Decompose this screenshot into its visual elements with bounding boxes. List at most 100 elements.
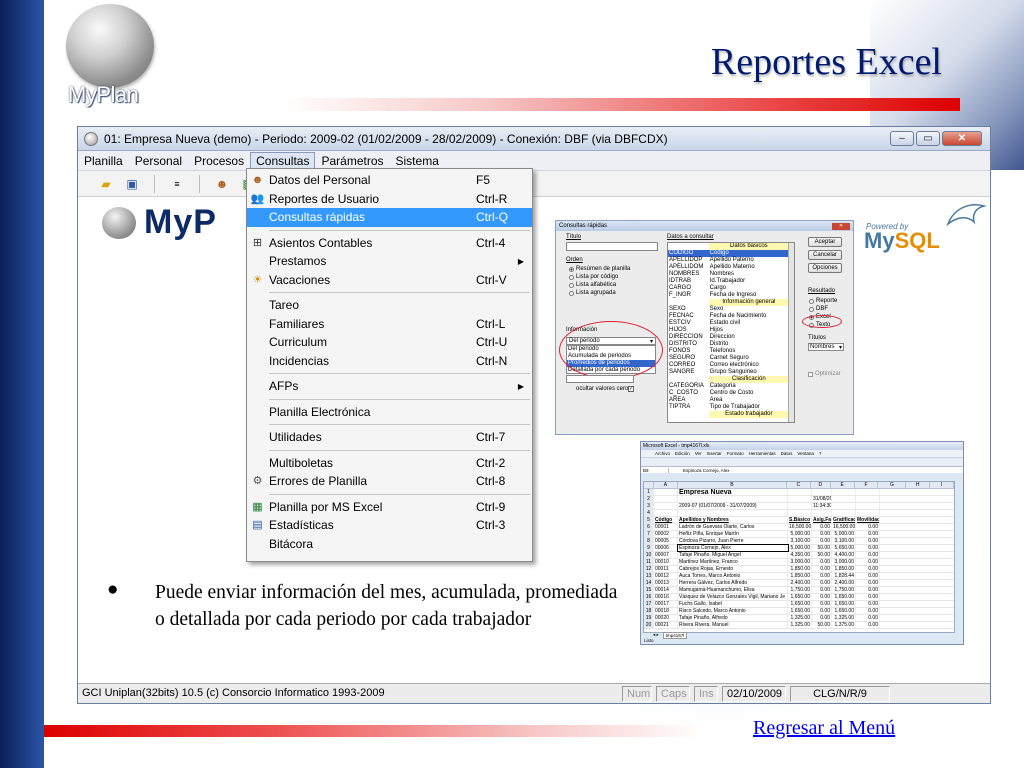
excel-cell[interactable]: 11:34:30 [812,503,832,509]
dialog-aceptar-button[interactable]: Aceptar [808,237,842,247]
menu-item-asientos-contables[interactable]: ⊞ Asientos Contables Ctrl-4 [247,234,532,253]
menu-item-planilla-electronica[interactable]: Planilla Electrónica [247,403,532,422]
excel-cell[interactable]: 0.00 [856,545,880,551]
excel-cell[interactable]: Tafaje Pinaño, Miguel Angel [678,552,788,558]
excel-cell[interactable] [678,510,788,516]
close-button[interactable]: ✕ [942,131,982,146]
optimizar-checkbox[interactable] [808,371,813,377]
ocultar-checkbox[interactable]: ✓ [628,386,634,392]
excel-cell[interactable]: 00021 [654,622,678,628]
excel-menu-item[interactable]: Ver [695,451,702,456]
excel-cell[interactable]: 1,325.00 [788,622,812,628]
excel-cell[interactable]: 00013 [654,580,678,586]
excel-cell[interactable]: 0.00 [812,587,832,593]
excel-cell[interactable]: 1,850.00 [788,573,812,579]
optimizar-option[interactable]: Optimizar [808,371,841,377]
minimize-button[interactable]: – [890,131,914,146]
excel-cell[interactable] [788,510,812,516]
excel-cell[interactable]: 1,750.00 [832,587,856,593]
excel-menu-item[interactable]: Archivo [655,451,670,456]
excel-cell[interactable]: 0.00 [812,601,832,607]
excel-cell[interactable] [654,503,678,509]
excel-cell[interactable]: Fuchs Gallo, Isabel [678,601,788,607]
excel-cell[interactable]: 0.00 [856,552,880,558]
menu-item-familiares[interactable]: Familiares Ctrl-L [247,315,532,334]
radio-button[interactable] [809,298,814,304]
radio-button[interactable] [569,282,574,288]
excel-cell[interactable]: 3,100.00 [788,538,812,544]
excel-cell[interactable]: 0.00 [856,615,880,621]
excel-cell[interactable]: 1,650.00 [832,608,856,614]
excel-cell[interactable]: 00006 [654,545,678,551]
excel-name-box[interactable]: B9 [643,467,669,473]
excel-cell[interactable]: 0.00 [856,566,880,572]
excel-cell[interactable]: 3,100.00 [832,538,856,544]
excel-cell[interactable]: Rivera Rivera, Manuel [678,622,788,628]
excel-cell[interactable]: 0.00 [856,538,880,544]
excel-cell[interactable] [678,496,788,502]
excel-cell[interactable]: 2,400.00 [832,580,856,586]
excel-cell[interactable]: Heñiz Piña, Enrique Martín [678,531,788,537]
orden-option[interactable]: Lista agrupada [569,289,659,297]
excel-cell[interactable]: Movilidad [856,517,880,523]
excel-cell[interactable] [856,510,880,516]
excel-cell[interactable]: 0.00 [812,531,832,537]
excel-cell[interactable]: 0.00 [812,608,832,614]
excel-cell[interactable]: 00018 [654,608,678,614]
excel-formula-value[interactable]: Espinoza Cornejo, Alex [683,468,730,473]
excel-cell[interactable]: 1,375.00 [832,622,856,628]
excel-cell[interactable] [856,496,880,502]
excel-cell[interactable]: 4,400.00 [832,552,856,558]
excel-cell[interactable]: 0.00 [812,594,832,600]
excel-cell[interactable] [832,496,856,502]
excel-cell[interactable]: Vásquez de Velazco Gonzales Vigil, Maria… [678,594,788,600]
excel-cell[interactable]: Gratificac [832,517,856,523]
dialog-opciones-button[interactable]: Opciones [808,263,842,273]
excel-cell[interactable] [832,489,856,495]
excel-cell[interactable] [856,503,880,509]
menu-planilla[interactable]: Planilla [78,152,129,170]
dialog-cancelar-button[interactable]: Cancelar [808,250,842,260]
menu-item-prestamos[interactable]: Prestamos ▶ [247,252,532,271]
datos-scrollbar[interactable] [788,243,794,422]
menu-procesos[interactable]: Procesos [188,152,250,170]
excel-cell[interactable]: Tafaje Pinaño, Alfredo [678,615,788,621]
excel-cell[interactable]: 50.00 [812,622,832,628]
excel-cell[interactable]: 0.00 [812,615,832,621]
excel-cell[interactable]: 50.00 [812,552,832,558]
menu-item-reportes-de-usuario[interactable]: 👥 Reportes de Usuario Ctrl-R [247,190,532,209]
excel-menu-item[interactable]: Herramientas [749,451,776,456]
excel-cell[interactable]: 0.00 [812,559,832,565]
dialog-close-button[interactable]: ✕ [832,222,850,230]
excel-cell[interactable] [654,510,678,516]
excel-cell[interactable]: Asig.Fam [812,517,832,523]
datos-list[interactable]: CODIGO APELLIDOP APELLIDOM NOMBRES IDTRAB CAR… [667,242,795,423]
excel-cell[interactable]: 1,325.00 [788,615,812,621]
excel-cell[interactable]: 0.00 [812,538,832,544]
menu-item-vacaciones[interactable]: ☀ Vacaciones Ctrl-V [247,271,532,290]
excel-cell[interactable]: 0.00 [812,566,832,572]
excel-cell[interactable]: 0.00 [856,524,880,530]
person-icon[interactable]: ☻ [212,175,232,193]
excel-cell[interactable]: 0.00 [856,622,880,628]
window-icon[interactable]: ▣ [122,175,142,193]
excel-cell[interactable]: 0.00 [856,559,880,565]
excel-cell[interactable]: 5,000.00 [832,531,856,537]
excel-cell[interactable]: 5,000.00 [788,531,812,537]
excel-menu-item[interactable]: Datos [781,451,793,456]
excel-cell[interactable]: Mamugama-Huamanchumo, Elisa [678,587,788,593]
radio-button[interactable] [569,274,574,280]
blank-field[interactable] [566,375,634,383]
excel-menu-item[interactable]: Edición [675,451,690,456]
excel-cell[interactable]: 00020 [654,615,678,621]
excel-sheet-tab[interactable]: tmp4167l [662,631,688,639]
excel-cell[interactable]: 2,400.00 [788,580,812,586]
excel-cell[interactable]: 0.00 [856,580,880,586]
radio-button[interactable] [569,290,574,296]
excel-grid[interactable]: ABCDEFGHI 1 Empresa Nueva 2 31/08/2009 3 2009… [643,481,955,633]
excel-cell[interactable]: 1,750.00 [788,587,812,593]
excel-cell[interactable]: 0.00 [856,594,880,600]
menu-item-errores-de-planilla[interactable]: ⚙ Errores de Planilla Ctrl-8 [247,472,532,491]
excel-cell[interactable]: 3,000.00 [788,559,812,565]
menu-item-bitacora[interactable]: Bitácora [247,535,532,554]
